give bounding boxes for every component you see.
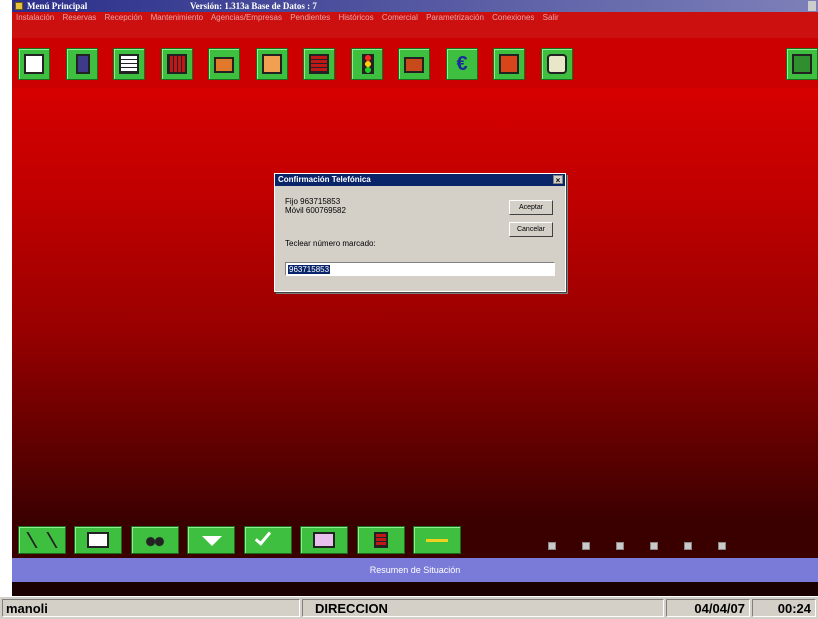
printer-icon	[313, 532, 335, 548]
menu-bar: Instalación Reservas Recepción Mantenimi…	[12, 12, 818, 38]
report-icon	[309, 54, 329, 74]
menu-item-historicos[interactable]: Históricos	[338, 13, 373, 22]
key-icon	[426, 539, 448, 542]
envelope-icon	[87, 532, 109, 548]
toolbar-button-6[interactable]	[256, 48, 288, 80]
menu-item-salir[interactable]: Salir	[543, 13, 559, 22]
suitcase-icon	[404, 57, 424, 73]
bottom-button-2[interactable]	[74, 526, 122, 554]
binoculars-icon	[144, 532, 166, 548]
exit-door-icon	[792, 54, 812, 74]
window-control-button[interactable]	[808, 1, 816, 11]
separator-strip	[12, 582, 818, 596]
dialed-number-prompt: Teclear número marcado:	[285, 239, 376, 248]
schedule-icon	[374, 532, 388, 548]
title-bar: Menú Principal Versión: 1.313a Base de D…	[12, 0, 818, 12]
bottom-button-6[interactable]	[300, 526, 348, 554]
dialed-number-value: 963715853	[288, 265, 331, 274]
briefcase-icon	[214, 57, 234, 73]
grid-icon	[119, 54, 139, 74]
dialed-number-input[interactable]: 963715853	[285, 262, 555, 276]
traffic-light-icon	[362, 54, 374, 74]
document-icon	[76, 54, 90, 74]
status-department: DIRECCION	[302, 599, 664, 617]
toolbar-button-11[interactable]	[493, 48, 525, 80]
bottom-button-8[interactable]	[413, 526, 461, 554]
image-icon	[24, 54, 44, 74]
app-window: Menú Principal Versión: 1.313a Base de D…	[0, 0, 818, 619]
toolbar-button-4[interactable]	[161, 48, 193, 80]
scissors-icon	[26, 532, 58, 548]
cash-register-icon	[499, 54, 519, 74]
menu-item-reservas[interactable]: Reservas	[62, 13, 96, 22]
toolbar-button-7[interactable]	[303, 48, 335, 80]
menu-item-mantenimiento[interactable]: Mantenimiento	[151, 13, 203, 22]
summary-bar[interactable]: Resumen de Situación	[12, 558, 818, 582]
menu-item-recepcion[interactable]: Recepción	[105, 13, 143, 22]
bottom-button-3[interactable]	[131, 526, 179, 554]
euro-icon: €	[456, 53, 468, 75]
bottom-button-7[interactable]	[357, 526, 405, 554]
close-icon[interactable]: ×	[553, 175, 563, 185]
menu-item-agencias[interactable]: Agencias/Empresas	[211, 13, 282, 22]
menu-item-comercial[interactable]: Comercial	[382, 13, 418, 22]
checkmark-icon	[254, 528, 272, 546]
menu-item-conexiones[interactable]: Conexiones	[492, 13, 534, 22]
menu-item-instalacion[interactable]: Instalación	[16, 13, 54, 22]
status-checkbox-3[interactable]	[616, 542, 624, 550]
bottom-button-5[interactable]	[244, 526, 292, 554]
chevron-down-icon	[202, 536, 222, 546]
version-text: Versión: 1.313a Base de Datos : 7	[190, 1, 317, 11]
phone-confirmation-dialog: Confirmación Telefónica × Fijo 963715853…	[274, 173, 566, 292]
toolbar-button-3[interactable]	[113, 48, 145, 80]
status-checkbox-5[interactable]	[684, 542, 692, 550]
status-checkbox-2[interactable]	[582, 542, 590, 550]
bottom-button-4[interactable]	[187, 526, 235, 554]
toolbar-button-1[interactable]	[18, 48, 50, 80]
menu-item-pendientes[interactable]: Pendientes	[290, 13, 330, 22]
toolbar-button-5[interactable]	[208, 48, 240, 80]
dialog-title: Confirmación Telefónica ×	[275, 174, 565, 186]
status-date: 04/04/07	[666, 599, 750, 617]
movil-phone-label: Móvil 600769582	[285, 206, 346, 215]
status-time: 00:24	[752, 599, 816, 617]
accept-button[interactable]: Aceptar	[509, 200, 553, 215]
toolbar-button-8[interactable]	[351, 48, 383, 80]
status-user: manoli	[2, 599, 300, 617]
window-title: Menú Principal	[27, 1, 88, 11]
status-checkbox-4[interactable]	[650, 542, 658, 550]
cancel-button[interactable]: Cancelar	[509, 222, 553, 237]
bottom-toolbar	[12, 522, 818, 558]
dialog-title-text: Confirmación Telefónica	[278, 175, 371, 184]
menu-items: Instalación Reservas Recepción Mantenimi…	[16, 13, 565, 22]
status-bar: manoli DIRECCION 04/04/07 00:24	[0, 596, 818, 619]
notes-icon	[262, 54, 282, 74]
desktop-area: Confirmación Telefónica × Fijo 963715853…	[12, 88, 818, 522]
toolbar-button-9[interactable]	[398, 48, 430, 80]
telephone-icon	[547, 54, 567, 74]
toolbar-button-12[interactable]	[541, 48, 573, 80]
bottom-button-1[interactable]	[18, 526, 66, 554]
status-checkbox-6[interactable]	[718, 542, 726, 550]
fijo-phone-label: Fijo 963715853	[285, 197, 341, 206]
app-icon	[15, 2, 23, 10]
status-checkbox-1[interactable]	[548, 542, 556, 550]
toolbar: €	[12, 38, 818, 88]
toolbar-button-10[interactable]: €	[446, 48, 478, 80]
menu-item-parametrizacion[interactable]: Parametrización	[426, 13, 484, 22]
toolbar-button-exit[interactable]	[786, 48, 818, 80]
calendar-grid-icon	[167, 54, 187, 74]
toolbar-button-2[interactable]	[66, 48, 98, 80]
